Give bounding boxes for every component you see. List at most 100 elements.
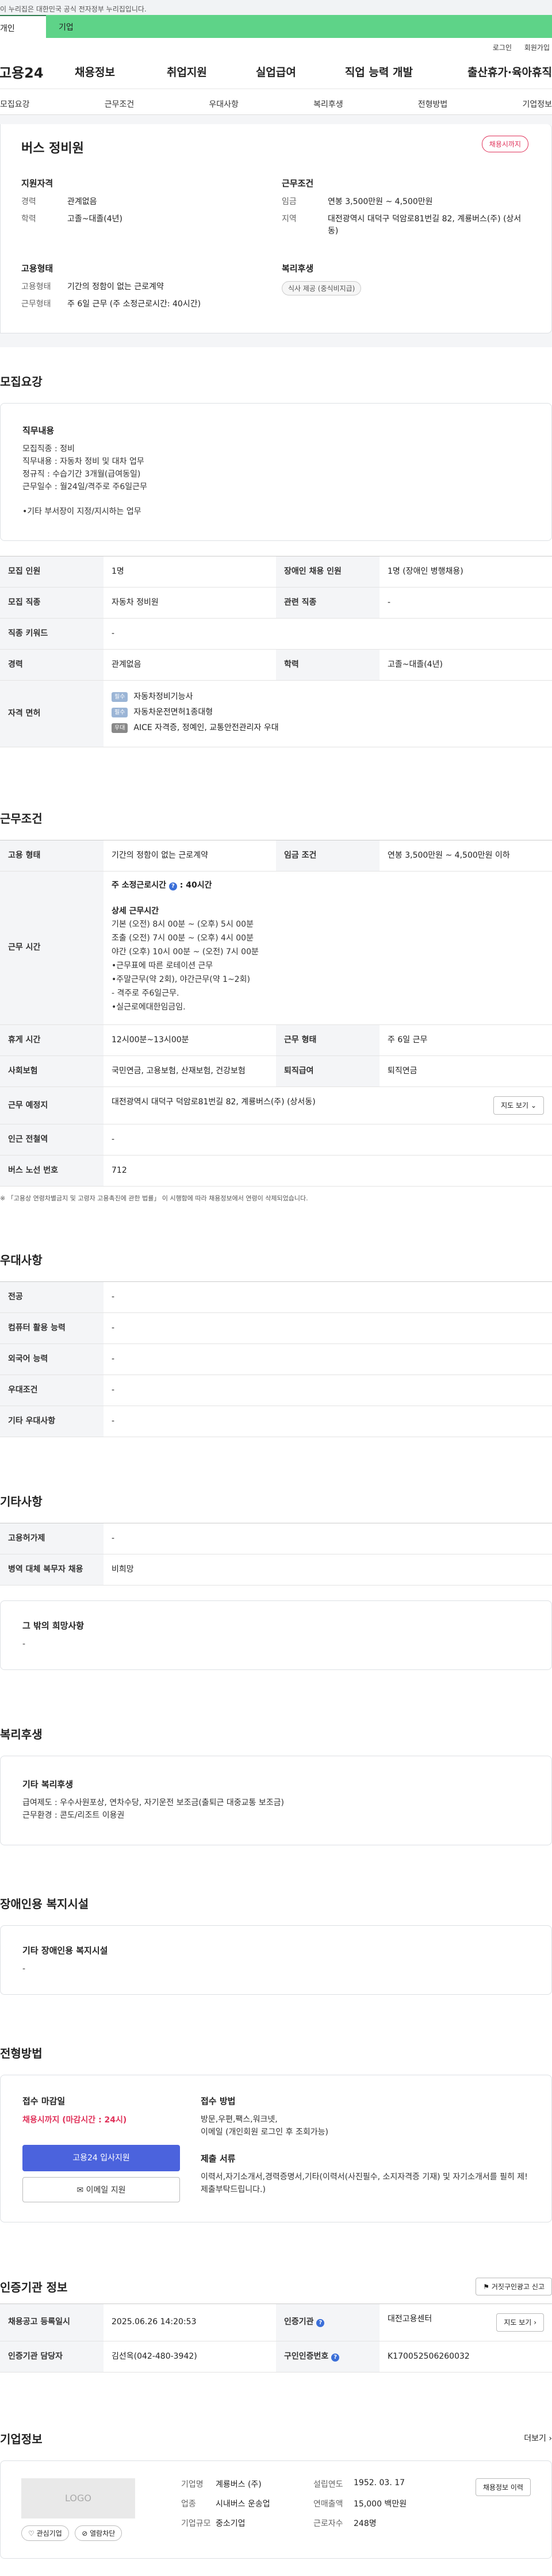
chevron-right-icon: › bbox=[534, 2318, 536, 2327]
anchor-process[interactable]: 전형방법 bbox=[418, 98, 448, 114]
company-logo: LOGO bbox=[21, 2478, 135, 2519]
cell-value: 연봉 3,500만원 ~ 4,500만원 이하 bbox=[379, 840, 552, 872]
cell-value: - bbox=[103, 1312, 552, 1345]
cell-label: 버스 노선 번호 bbox=[0, 1155, 103, 1187]
job-description-box: 직무내용 모집직종 : 정비 직무내용 : 자동차 정비 및 대차 업무 정규직… bbox=[0, 403, 552, 541]
cell-value: - bbox=[103, 1375, 552, 1407]
anchor-pref[interactable]: 우대사항 bbox=[209, 98, 239, 114]
summary-career-label: 경력 bbox=[21, 197, 36, 206]
work-time-lines: 기본 (오전) 8시 00분 ~ (오후) 5시 00분 조출 (오전) 7시 … bbox=[112, 919, 259, 1012]
job-title: 버스 정비원 bbox=[21, 141, 84, 156]
section-work: 근무조건 고용 형태 기간의 정함이 없는 근로계약 임금 조건 연봉 3,50… bbox=[0, 809, 552, 1203]
company-more-link[interactable]: 더보기 › bbox=[524, 2432, 552, 2444]
cell-value: 퇴직연금 bbox=[379, 1055, 552, 1088]
company-est-value: 1952. 03. 17 bbox=[354, 2478, 405, 2487]
help-icon[interactable]: ? bbox=[316, 2319, 325, 2328]
help-icon[interactable]: ? bbox=[331, 2353, 340, 2362]
cell-label: 고용 형태 bbox=[0, 840, 103, 872]
tab-company[interactable]: 기업 bbox=[46, 15, 552, 38]
hiring-history-button[interactable]: 채용정보 이력 bbox=[475, 2478, 531, 2496]
section-welfare: 복리후생 기타 복리후생 급여제도 : 우수사원포상, 연차수당, 자기운전 보… bbox=[0, 1725, 552, 1846]
cell-label: 전공 bbox=[0, 1281, 103, 1314]
cell-label: 장애인 채용 인원 bbox=[276, 556, 379, 588]
work-time-detail: 주 소정근로시간 ? : 40시간 상세 근무시간 기본 (오전) 8시 00분… bbox=[103, 871, 552, 1026]
etc-hope-text: - bbox=[22, 1640, 26, 1649]
gnb-menu-training[interactable]: 직업 능력 개발 bbox=[345, 64, 413, 79]
global-nav: 고용24 채용정보 취업지원 실업급여 직업 능력 개발 출산휴가·육아휴직 bbox=[0, 54, 552, 89]
table-row: 병역 대체 복무자 채용 비희망 bbox=[0, 1554, 552, 1586]
disabled-box-text: - bbox=[22, 1964, 26, 1974]
cert-map-label: 지도 보기 bbox=[504, 2318, 532, 2327]
cert-org-value: 대전고용센터 bbox=[388, 2314, 432, 2324]
company-size-value: 중소기업 bbox=[216, 2519, 246, 2528]
welfare-box-text: 급여제도 : 우수사원포상, 연차수당, 자기운전 보조금(출퇴근 대중교통 보… bbox=[22, 1798, 284, 1820]
cell-label: 휴게 시간 bbox=[0, 1024, 103, 1057]
method-value: 방문,우편,팩스,워크넷, 이메일 (개인회원 로그인 후 조회가능) bbox=[201, 2114, 328, 2137]
license-name: AICE 자격증, 정예인, 교통안전관리자 우대 bbox=[133, 723, 279, 732]
summary-area-label: 지역 bbox=[282, 214, 297, 224]
cell-value: 관계없음 bbox=[103, 649, 276, 681]
cell-value: 1명 bbox=[103, 556, 276, 588]
disabled-box: 기타 장애인용 복지시설 - bbox=[0, 1925, 552, 1995]
section-anchor-nav: 모집요강 근무조건 우대사항 복리후생 전형방법 기업정보 bbox=[0, 89, 552, 115]
login-link[interactable]: 로그인 bbox=[493, 44, 512, 52]
company-hist-area: 채용정보 이력 bbox=[475, 2478, 531, 2541]
site-logo[interactable]: 고용24 bbox=[0, 62, 56, 82]
company-staff-value: 248명 bbox=[354, 2519, 377, 2528]
summary-wage-label: 임금 bbox=[282, 197, 297, 206]
work-time-head: 주 소정근로시간 ? : 40시간 bbox=[112, 880, 212, 890]
company-name-label: 기업명 bbox=[181, 2479, 204, 2489]
table-row: 우대조건 - bbox=[0, 1375, 552, 1407]
map-view-label: 지도 보기 bbox=[501, 1101, 529, 1110]
signup-link[interactable]: 회원가입 bbox=[524, 44, 550, 52]
table-row: 전공 - bbox=[0, 1281, 552, 1314]
section-process-title: 전형방법 bbox=[0, 2046, 43, 2060]
cell-value: 2025.06.26 14:20:53 bbox=[103, 2304, 276, 2341]
license-item: 필수 자동차운전면허1종대형 bbox=[112, 707, 544, 719]
cell-label: 임금 조건 bbox=[276, 840, 379, 872]
table-row: 버스 노선 번호 712 bbox=[0, 1155, 552, 1187]
interest-company-button[interactable]: ♡ 관심기업 bbox=[21, 2525, 69, 2541]
anchor-welfare[interactable]: 복리후생 bbox=[313, 98, 343, 114]
welfare-box: 기타 복리후생 급여제도 : 우수사원포상, 연차수당, 자기운전 보조금(출퇴… bbox=[0, 1755, 552, 1846]
cert-map-button[interactable]: 지도 보기 › bbox=[496, 2313, 544, 2332]
apply-box: 접수 마감일 채용시까지 (마감시간 : 24시) 고용24 입사지원 ✉ 이메… bbox=[0, 2074, 552, 2222]
email-apply-button[interactable]: ✉ 이메일 지원 bbox=[22, 2176, 180, 2202]
summary-emp: 고용형태 고용형태 기간의 정함이 없는 근로계약 근무형태 주 6일 근무 (주 … bbox=[21, 262, 270, 316]
gnb-menu-jobs[interactable]: 채용정보 bbox=[75, 64, 115, 79]
gnb-menu-unemployment[interactable]: 실업급여 bbox=[256, 64, 296, 79]
company-header: 기업정보 더보기 › bbox=[0, 2430, 552, 2447]
false-ad-report-label: 거짓구인광고 신고 bbox=[491, 2282, 545, 2291]
docs-title: 제출 서류 bbox=[201, 2153, 236, 2164]
table-row: 직종 키워드 - bbox=[0, 618, 552, 650]
preferred-tag: 우대 bbox=[112, 723, 128, 733]
section-pref-title: 우대사항 bbox=[0, 1253, 43, 1268]
table-row: 자격 면허 필수 자동차정비기능사 필수 자동차운전면허1종대형 우대 AICE 자격… bbox=[0, 680, 552, 747]
cell-label: 고용허가제 bbox=[0, 1523, 103, 1555]
report-icon: ⚑ bbox=[483, 2282, 490, 2291]
map-view-button[interactable]: 지도 보기 ⌄ bbox=[493, 1096, 544, 1115]
cell-label: 사회보험 bbox=[0, 1055, 103, 1088]
etc-hope-title: 그 밖의 희망사항 bbox=[22, 1621, 85, 1631]
cell-value: 국민연금, 고용보험, 산재보험, 건강보험 bbox=[103, 1055, 276, 1088]
gnb-menu-employment-support[interactable]: 취업지원 bbox=[167, 64, 207, 79]
cell-label: 학력 bbox=[276, 649, 379, 681]
help-icon[interactable]: ? bbox=[168, 882, 177, 890]
summary-emptype-label: 고용형태 bbox=[21, 282, 51, 291]
company-box: LOGO ♡ 관심기업 ⊘ 열람차단 기업명 계룡버스 (주) 설립연도 1952.… bbox=[0, 2460, 552, 2559]
anchor-work[interactable]: 근무조건 bbox=[105, 98, 135, 114]
company-sales-value: 15,000 백만원 bbox=[354, 2499, 407, 2509]
anchor-company[interactable]: 기업정보 bbox=[522, 98, 552, 114]
cell-label: 인근 전철역 bbox=[0, 1124, 103, 1156]
block-view-button[interactable]: ⊘ 열람차단 bbox=[75, 2525, 122, 2541]
tab-personal[interactable]: 개인 bbox=[0, 15, 46, 38]
gnb-menu-leave[interactable]: 출산휴가·육아휴직 bbox=[467, 64, 552, 79]
pref-table: 전공 - 컴퓨터 활용 능력 - 외국어 능력 - 우대조건 - 기타 우대사항 - bbox=[0, 1281, 552, 1438]
anchor-recruit[interactable]: 모집요강 bbox=[0, 98, 30, 114]
mail-icon: ✉ bbox=[76, 2185, 84, 2195]
false-ad-report-button[interactable]: ⚑ 거짓구인광고 신고 bbox=[476, 2277, 552, 2295]
apply-button[interactable]: 고용24 입사지원 bbox=[22, 2144, 180, 2171]
summary-card: 버스 정비원 채용시까지 지원자격 경력 관계없음 학력 고졸~대졸(4년) 근무조… bbox=[0, 124, 552, 334]
table-row: 모집 직종 자동차 정비원 관련 직종 - bbox=[0, 587, 552, 619]
section-disabled-title: 장애인용 복지시설 bbox=[0, 1897, 89, 1911]
